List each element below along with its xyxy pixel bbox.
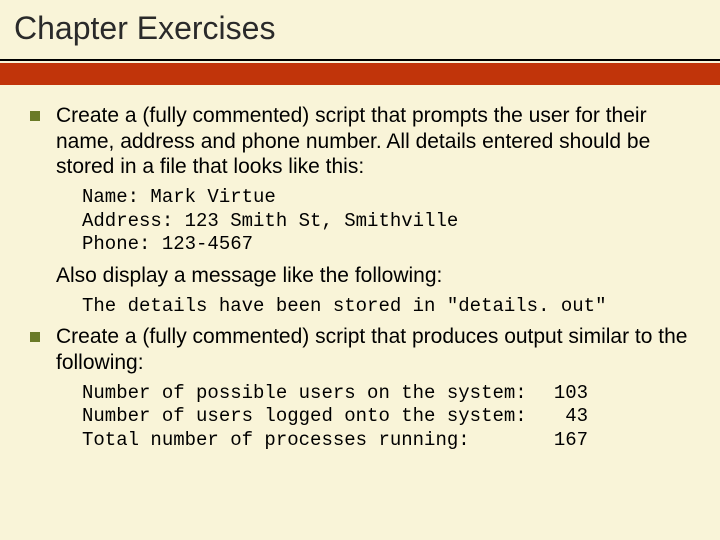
title-block: Chapter Exercises — [0, 0, 720, 47]
code-block: The details have been stored in "details… — [82, 295, 690, 319]
slide-title: Chapter Exercises — [14, 10, 720, 47]
slide: Chapter Exercises Create a (fully commen… — [0, 0, 720, 540]
divider-thin — [0, 59, 720, 61]
stats-row: Number of possible users on the system: … — [82, 382, 690, 406]
list-item: Create a (fully commented) script that p… — [30, 324, 690, 375]
stats-value: 43 — [538, 405, 588, 429]
stats-label: Number of possible users on the system: — [82, 382, 538, 406]
list-item: Create a (fully commented) script that p… — [30, 103, 690, 180]
followup-text: Also display a message like the followin… — [56, 263, 690, 289]
bullet-text: Create a (fully commented) script that p… — [56, 324, 690, 375]
divider — [0, 59, 720, 85]
bullet-icon — [30, 111, 40, 121]
code-block: Name: Mark Virtue Address: 123 Smith St,… — [82, 186, 690, 257]
divider-thick — [0, 63, 720, 85]
stats-row: Total number of processes running: 167 — [82, 429, 690, 453]
stats-value: 167 — [538, 429, 588, 453]
stats-label: Total number of processes running: — [82, 429, 538, 453]
stats-row: Number of users logged onto the system: … — [82, 405, 690, 429]
bullet-text: Create a (fully commented) script that p… — [56, 103, 690, 180]
stats-value: 103 — [538, 382, 588, 406]
stats-label: Number of users logged onto the system: — [82, 405, 538, 429]
content-area: Create a (fully commented) script that p… — [0, 85, 720, 453]
bullet-icon — [30, 332, 40, 342]
stats-block: Number of possible users on the system: … — [82, 382, 690, 453]
